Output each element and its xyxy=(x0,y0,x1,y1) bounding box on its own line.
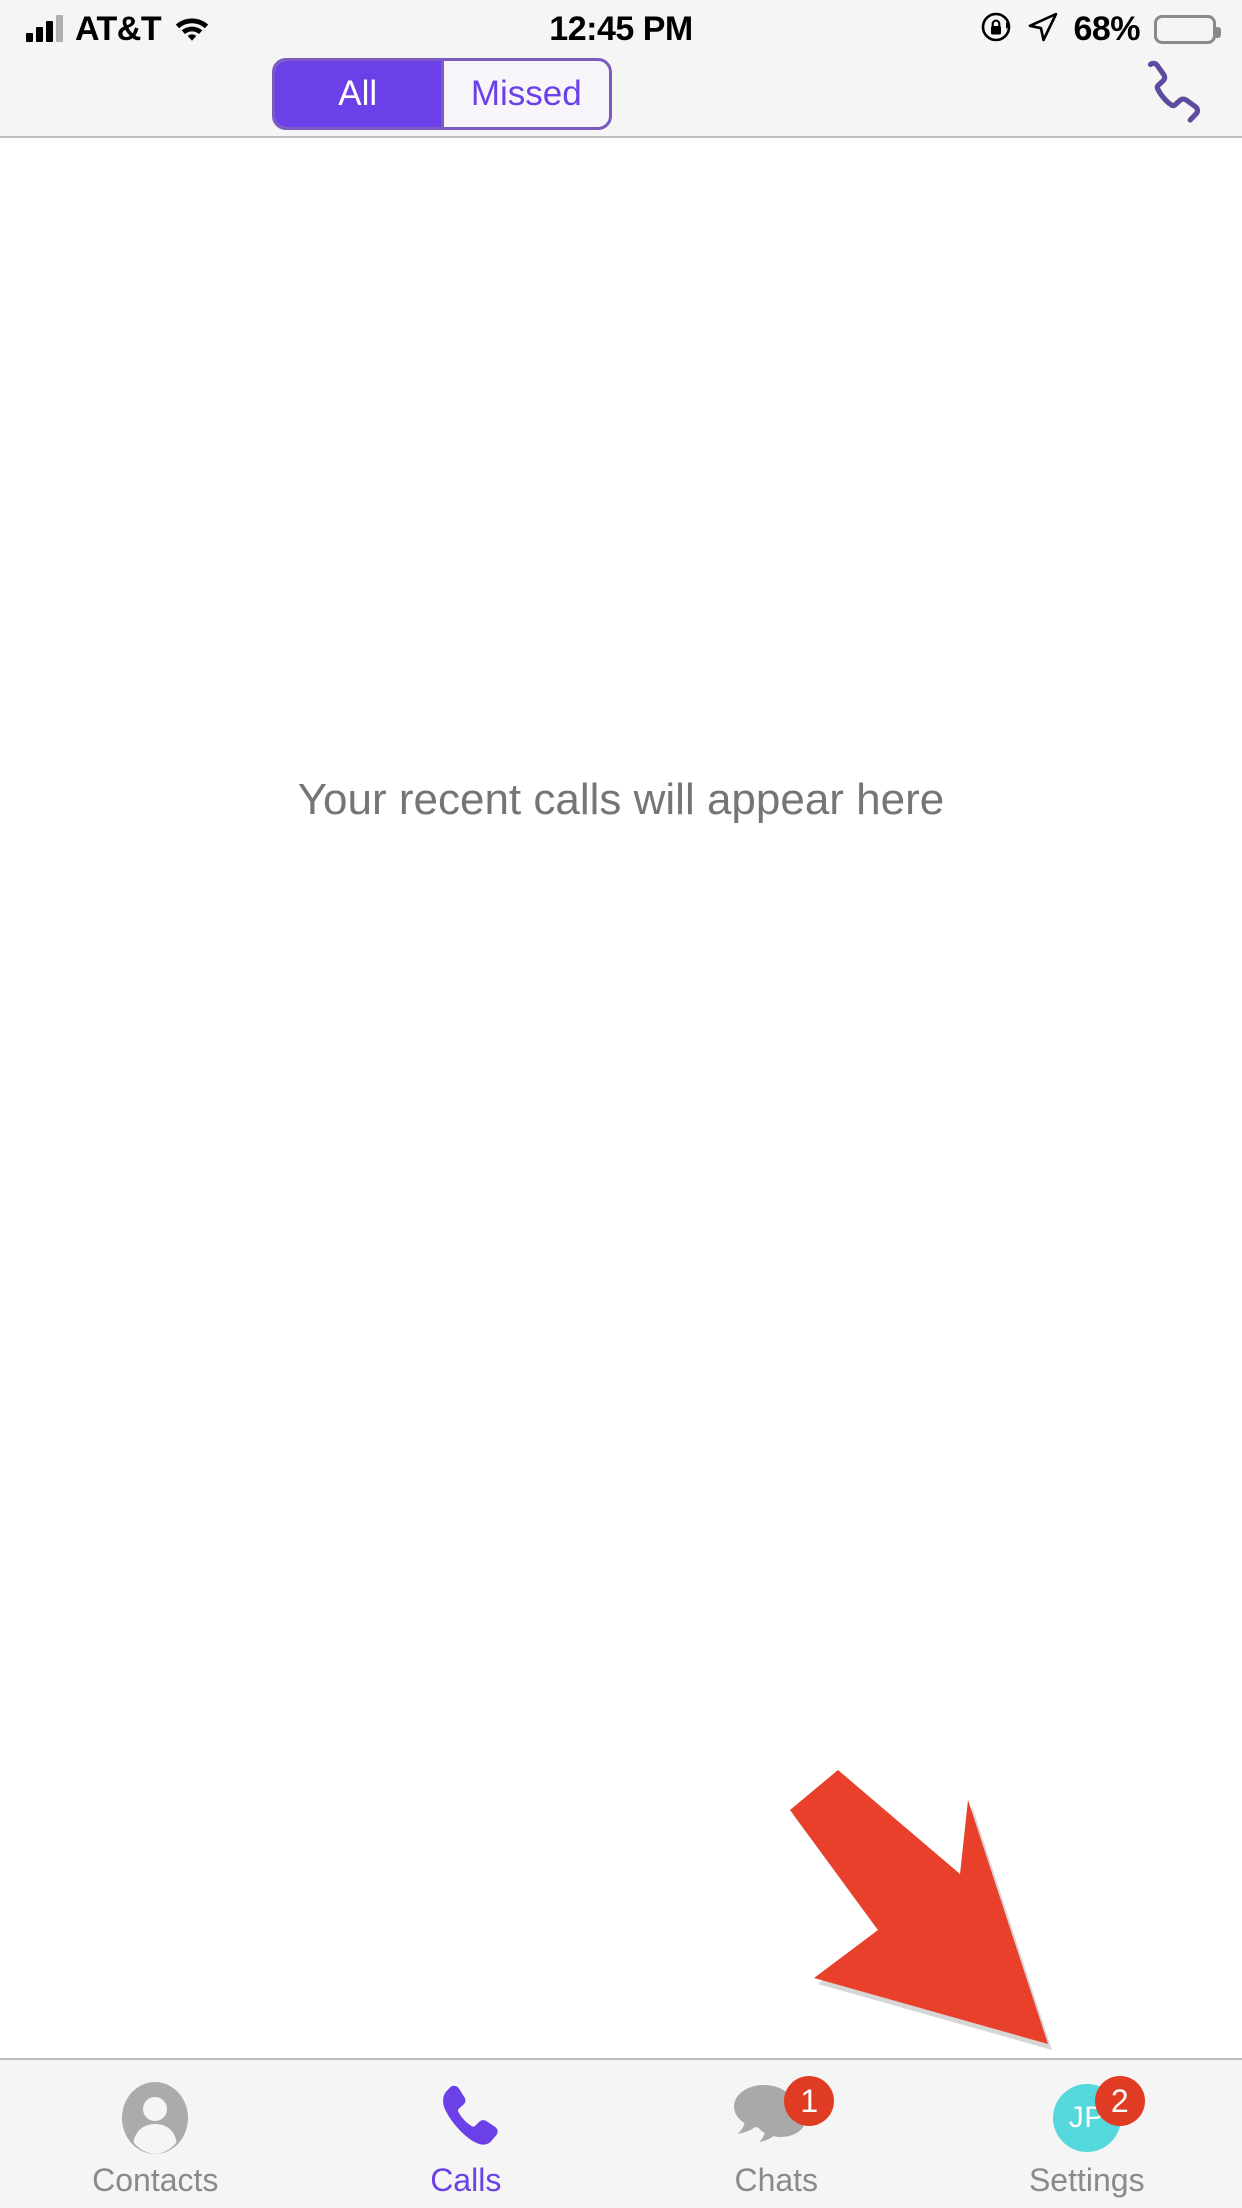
status-bar-left: AT&T xyxy=(26,10,211,49)
phone-outline-icon xyxy=(1127,55,1205,138)
tab-chats[interactable]: 1 Chats xyxy=(621,2060,932,2208)
segment-missed[interactable]: Missed xyxy=(444,61,610,127)
location-arrow-icon xyxy=(1027,11,1059,48)
clock-label: 12:45 PM xyxy=(549,9,693,48)
status-bar: AT&T 68% 12:45 PM xyxy=(0,0,1242,58)
tab-contacts[interactable]: Contacts xyxy=(0,2060,311,2208)
signal-bars-icon xyxy=(26,15,63,42)
segment-all[interactable]: All xyxy=(275,61,441,127)
tab-settings-label: Settings xyxy=(1028,2162,1145,2198)
settings-badge: 2 xyxy=(1094,2076,1145,2126)
header-bar: All Missed xyxy=(0,58,1242,138)
tab-contacts-label: Contacts xyxy=(92,2162,219,2198)
phone-filled-icon xyxy=(420,2082,512,2154)
carrier-label: AT&T xyxy=(75,9,162,48)
new-call-button[interactable] xyxy=(1118,56,1214,136)
chat-bubbles-icon: 1 xyxy=(730,2076,835,2154)
tab-settings[interactable]: JP 2 Settings xyxy=(932,2060,1242,2208)
user-avatar-initials: JP 2 xyxy=(1041,2076,1145,2154)
battery-percent-label: 68% xyxy=(1073,9,1140,48)
empty-state-message: Your recent calls will appear here xyxy=(297,775,945,824)
main-content: Your recent calls will appear here xyxy=(0,140,1242,2058)
tab-calls-label: Calls xyxy=(430,2162,502,2198)
tab-calls[interactable]: Calls xyxy=(311,2060,622,2208)
bottom-tab-bar: Contacts Calls 1 Chats JP 2 Settings xyxy=(0,2058,1242,2208)
contact-avatar-icon xyxy=(109,2082,201,2154)
chats-badge: 1 xyxy=(784,2076,835,2126)
battery-icon xyxy=(1154,14,1221,44)
arrow-annotation-icon xyxy=(790,1770,1210,2060)
status-bar-right: 68% xyxy=(979,9,1221,49)
call-filter-segmented-control[interactable]: All Missed xyxy=(272,58,612,130)
wifi-icon xyxy=(173,12,211,47)
tab-chats-label: Chats xyxy=(734,2162,819,2198)
empty-state: Your recent calls will appear here xyxy=(0,140,1242,1460)
rotation-lock-icon xyxy=(979,10,1013,49)
